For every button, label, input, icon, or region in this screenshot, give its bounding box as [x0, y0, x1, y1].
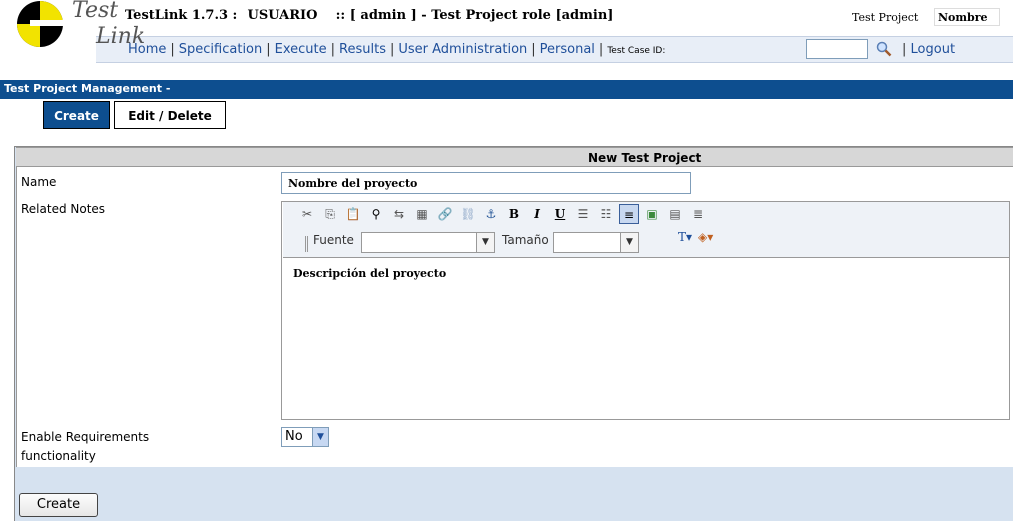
chevron-down-icon: ▼ — [476, 233, 494, 252]
tab-edit-delete[interactable]: Edit / Delete — [114, 101, 226, 129]
underline-icon[interactable]: U — [550, 204, 570, 224]
form-title: New Test Project — [588, 151, 702, 165]
bold-icon[interactable]: B — [504, 204, 524, 224]
font-select[interactable]: ▼ — [361, 232, 495, 253]
nav-personal[interactable]: Personal — [540, 42, 595, 57]
logout-link[interactable]: Logout — [911, 42, 956, 57]
nav-specification[interactable]: Specification — [179, 42, 262, 57]
cut-icon[interactable]: ✂ — [297, 204, 317, 224]
text-color-icon[interactable]: T▾ — [678, 230, 692, 244]
section-title: Test Project Management - — [4, 82, 171, 95]
requirements-select[interactable]: No ▼ — [281, 427, 329, 447]
test-case-id-input[interactable] — [806, 39, 868, 59]
image-icon[interactable]: ▣ — [642, 204, 662, 224]
anchor-icon[interactable]: ⚓ — [481, 204, 501, 224]
size-label: Tamaño — [502, 233, 549, 247]
requirements-label: Enable Requirements functionality — [21, 430, 150, 463]
app-name: TestLink 1.7.3 : — [125, 8, 238, 23]
editor-toolbar-row: ✂ ⎘ 📋 ⚲ ⇆ ▦ 🔗 ⛓ ⚓ B I U ☰ ☷ ≡ ▣ ▤ ≣ — [297, 204, 708, 224]
chevron-down-icon: ▼ — [620, 233, 638, 252]
section-bar: Test Project Management - — [0, 80, 1013, 99]
main-nav-bar: Home | Specification | Execute | Results | User … — [96, 36, 1013, 63]
nav-user-administration[interactable]: User Administration — [398, 42, 527, 57]
notes-content[interactable]: Descripción del proyecto — [293, 267, 446, 280]
name-label: Name — [21, 175, 57, 189]
nav-links: Home | Specification | Execute | Results | User … — [128, 42, 666, 57]
form-table-header: New Test Project — [16, 147, 1013, 167]
background-color-icon[interactable]: ◈▾ — [698, 230, 713, 244]
test-case-id-label: Test Case ID: — [607, 46, 666, 56]
horizontal-rule-icon[interactable]: ≣ — [688, 204, 708, 224]
align-left-icon[interactable]: ≡ — [619, 204, 639, 224]
related-notes-label: Related Notes — [21, 202, 106, 216]
replace-icon[interactable]: ⇆ — [389, 204, 409, 224]
project-name-input[interactable] — [281, 172, 691, 194]
app-title-line: TestLink 1.7.3 : USUARIO :: [ admin ] - … — [125, 8, 613, 23]
link-icon[interactable]: 🔗 — [435, 204, 455, 224]
copy-icon[interactable]: ⎘ — [320, 204, 340, 224]
create-button[interactable]: Create — [19, 493, 98, 517]
find-icon[interactable]: ⚲ — [366, 204, 386, 224]
table-icon[interactable]: ▤ — [665, 204, 685, 224]
font-label: Fuente — [313, 233, 354, 247]
logout-wrap: | Logout — [902, 42, 956, 57]
role-text: :: [ admin ] - Test Project role [admin] — [335, 8, 614, 23]
tab-create[interactable]: Create — [43, 101, 110, 129]
test-project-select[interactable]: Nombre — [934, 8, 1000, 26]
ordered-list-icon[interactable]: ☰ — [573, 204, 593, 224]
username: USUARIO — [247, 8, 318, 23]
search-icon[interactable] — [876, 41, 892, 57]
logo-text-test: Test — [72, 0, 119, 23]
nav-execute[interactable]: Execute — [275, 42, 327, 57]
unordered-list-icon[interactable]: ☷ — [596, 204, 616, 224]
unlink-icon[interactable]: ⛓ — [458, 204, 478, 224]
italic-icon[interactable]: I — [527, 204, 547, 224]
requirements-select-value: No — [285, 429, 303, 444]
color-buttons: T▾ ◈▾ — [678, 230, 713, 244]
chevron-down-icon: ▼ — [312, 428, 328, 446]
size-select[interactable]: ▼ — [553, 232, 639, 253]
test-project-label: Test Project — [852, 11, 919, 24]
nav-results[interactable]: Results — [339, 42, 386, 57]
logo-text-link: Link — [96, 24, 146, 49]
select-all-icon[interactable]: ▦ — [412, 204, 432, 224]
paste-icon[interactable]: 📋 — [343, 204, 363, 224]
